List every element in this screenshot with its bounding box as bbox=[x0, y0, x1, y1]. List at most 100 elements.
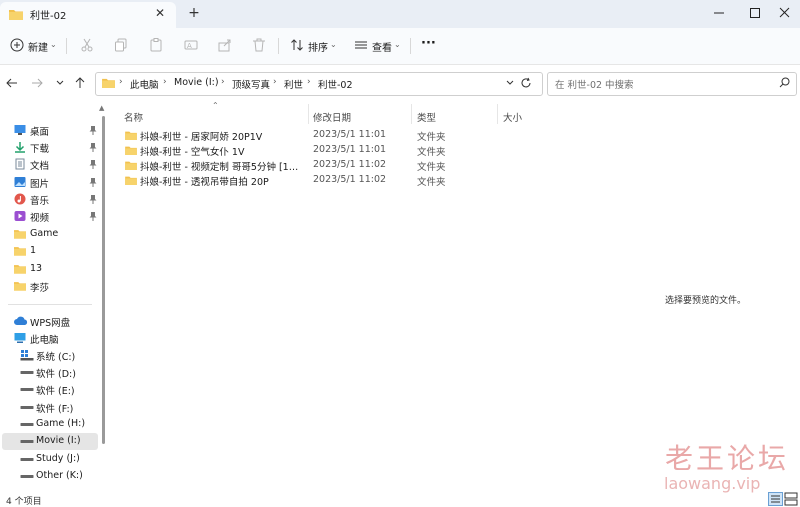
column-header-date[interactable]: 修改日期 bbox=[313, 110, 351, 124]
item-count: 4 个项目 bbox=[6, 497, 42, 507]
sort-button[interactable]: 排序 ⌄ bbox=[290, 36, 338, 56]
sidebar-item-drive[interactable]: Game (H:) bbox=[2, 416, 98, 433]
new-label: 新建 bbox=[28, 43, 48, 54]
up-button[interactable] bbox=[73, 75, 87, 89]
sidebar-item-game[interactable]: Game bbox=[2, 226, 98, 243]
view-button[interactable]: 查看 ⌄ bbox=[354, 36, 402, 56]
search-placeholder: 在 利世-02 中搜索 bbox=[555, 80, 634, 91]
file-type: 文件夹 bbox=[417, 162, 446, 173]
sidebar-item-drive[interactable]: 软件 (E:) bbox=[2, 381, 98, 398]
breadcrumb-this-pc[interactable]: 此电脑 bbox=[130, 77, 159, 91]
sidebar-item-quick-0[interactable]: 桌面 bbox=[2, 122, 98, 139]
sidebar-item-drive[interactable]: Study (J:) bbox=[2, 451, 98, 468]
drive-icon bbox=[20, 435, 34, 447]
sidebar-item-quick-2[interactable]: 文档 bbox=[2, 156, 98, 173]
desktop-icon bbox=[14, 124, 26, 136]
minimize-button[interactable] bbox=[707, 4, 731, 22]
file-row[interactable]: 抖娘-利世 - 居家阿娇 20P1V 2023/5/1 11:01 文件夹 bbox=[118, 128, 538, 143]
details-view-button[interactable] bbox=[768, 492, 783, 506]
sidebar-item-drive[interactable]: 软件 (F:) bbox=[2, 399, 98, 416]
sidebar-item-wps[interactable]: WPS网盘 bbox=[2, 313, 98, 330]
refresh-button[interactable] bbox=[520, 77, 532, 89]
chevron-right-icon: › bbox=[273, 77, 277, 87]
file-date: 2023/5/1 11:01 bbox=[313, 144, 387, 155]
share-button[interactable] bbox=[218, 36, 234, 56]
breadcrumb-folder[interactable]: 顶级写真 bbox=[232, 77, 270, 91]
file-date: 2023/5/1 11:01 bbox=[313, 129, 387, 140]
file-row[interactable]: 抖娘-利世 - 视频定制 哥哥5分钟 [1V-97... 2023/5/1 11:… bbox=[118, 158, 538, 173]
rename-icon: A bbox=[184, 40, 198, 50]
breadcrumb-drive[interactable]: Movie (I:) bbox=[174, 77, 219, 88]
watermark-url: laowang.vip bbox=[664, 474, 761, 493]
sort-label: 排序 bbox=[308, 43, 328, 54]
sidebar-item-quick-5[interactable]: 视频 bbox=[2, 208, 98, 225]
address-dropdown-button[interactable] bbox=[505, 78, 515, 88]
breadcrumb-folder[interactable]: 利世 bbox=[284, 77, 303, 91]
breadcrumb-current[interactable]: 利世-02 bbox=[318, 77, 353, 91]
cut-button[interactable] bbox=[80, 36, 96, 56]
column-header-name[interactable]: 名称 bbox=[124, 110, 143, 124]
sidebar-item-drive[interactable]: 系统 (C:) bbox=[2, 347, 98, 364]
folder-icon bbox=[125, 130, 137, 140]
tab-close-button[interactable]: ✕ bbox=[153, 6, 167, 20]
rename-button[interactable]: A bbox=[184, 36, 200, 56]
search-icon[interactable] bbox=[779, 77, 790, 88]
arrow-right-icon bbox=[32, 78, 43, 88]
svg-text:A: A bbox=[187, 42, 192, 50]
scroll-up-arrow-icon[interactable]: ▲ bbox=[99, 104, 104, 112]
pin-icon bbox=[89, 159, 97, 169]
column-divider[interactable] bbox=[411, 104, 412, 124]
sidebar-item-drive[interactable]: Movie (I:) bbox=[2, 433, 98, 450]
sidebar-item-drive[interactable]: 软件 (D:) bbox=[2, 364, 98, 381]
column-divider[interactable] bbox=[497, 104, 498, 124]
column-header-size[interactable]: 大小 bbox=[503, 110, 522, 124]
column-header-type[interactable]: 类型 bbox=[417, 110, 436, 124]
sidebar-item-1[interactable]: 1 bbox=[2, 243, 98, 260]
close-window-button[interactable] bbox=[773, 4, 797, 22]
drive-icon bbox=[20, 470, 34, 482]
drive-icon bbox=[20, 366, 34, 378]
sidebar-item-quick-1[interactable]: 下载 bbox=[2, 139, 98, 156]
file-type: 文件夹 bbox=[417, 132, 446, 143]
file-type: 文件夹 bbox=[417, 147, 446, 158]
more-options-button[interactable]: ··· bbox=[421, 36, 439, 56]
details-view-icon bbox=[771, 495, 780, 503]
tab-current[interactable] bbox=[0, 2, 176, 28]
document-icon bbox=[14, 158, 26, 170]
back-button[interactable] bbox=[5, 76, 19, 90]
column-divider[interactable] bbox=[308, 104, 309, 124]
sidebar-item-label: 软件 (E:) bbox=[36, 386, 75, 397]
folder-icon bbox=[14, 228, 26, 240]
sidebar-item-this-pc[interactable]: 此电脑 bbox=[2, 330, 98, 347]
sidebar-item-quick-9[interactable]: 李莎 bbox=[2, 278, 98, 295]
drive-icon bbox=[20, 418, 34, 430]
new-button[interactable]: 新建 ⌄ bbox=[10, 36, 58, 56]
tiles-view-button[interactable] bbox=[784, 492, 798, 506]
sidebar-divider bbox=[8, 304, 92, 305]
sidebar-item-label: 下载 bbox=[30, 144, 50, 155]
sidebar-item-drive[interactable]: Other (K:) bbox=[2, 468, 98, 485]
recent-locations-button[interactable] bbox=[55, 77, 65, 89]
delete-button[interactable] bbox=[252, 36, 268, 56]
sidebar-item-quick-4[interactable]: 音乐 bbox=[2, 191, 98, 208]
download-icon bbox=[14, 141, 26, 153]
file-row[interactable]: 抖娘-利世 - 空气女仆 1V 2023/5/1 11:01 文件夹 bbox=[118, 143, 538, 158]
sidebar-scrollbar[interactable] bbox=[102, 116, 105, 444]
new-tab-button[interactable]: + bbox=[186, 5, 202, 21]
arrow-up-icon bbox=[75, 77, 85, 88]
view-icon bbox=[355, 41, 367, 49]
folder-icon bbox=[102, 77, 115, 88]
chevron-down-icon: ⌄ bbox=[394, 40, 401, 49]
file-row[interactable]: 抖娘-利世 - 透视吊带自拍 20P 2023/5/1 11:02 文件夹 bbox=[118, 173, 538, 188]
folder-icon bbox=[125, 160, 137, 170]
copy-button[interactable] bbox=[114, 36, 130, 56]
sidebar-item-13[interactable]: 13 bbox=[2, 261, 98, 278]
sort-ascending-icon: ⌃ bbox=[212, 101, 219, 110]
sidebar-item-label: 文档 bbox=[30, 161, 50, 172]
maximize-button[interactable] bbox=[743, 4, 767, 22]
sidebar-item-quick-3[interactable]: 图片 bbox=[2, 174, 98, 191]
paste-button[interactable] bbox=[149, 36, 165, 56]
file-date: 2023/5/1 11:02 bbox=[313, 174, 387, 185]
file-name: 抖娘-利世 - 居家阿娇 20P1V bbox=[140, 132, 263, 143]
forward-button[interactable] bbox=[30, 76, 44, 90]
